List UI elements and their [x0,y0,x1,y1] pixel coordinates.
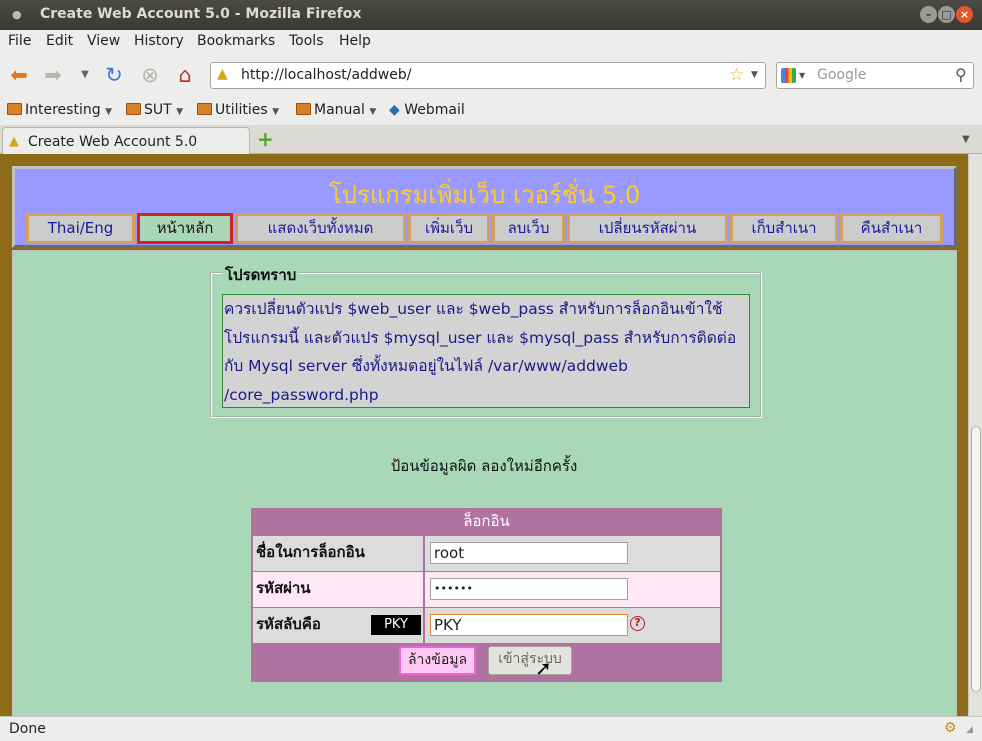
nav-delete-web[interactable]: ลบเว็บ [492,213,565,244]
page-title: โปรแกรมเพิ่มเว็บ เวอร์ชั่น 5.0 [328,181,641,209]
bookmark-folder-utilities[interactable]: Utilities ▼ [197,102,279,118]
tab-site-icon: ▲ [9,134,19,149]
tab-create-web-account[interactable]: ▲ Create Web Account 5.0 [2,127,250,155]
username-row: ชื่อในการล็อกอิน root [253,536,720,571]
tab-bar: ▲ Create Web Account 5.0 + ▼ [0,125,982,155]
site-icon: ▲ [217,66,228,82]
notice-line: โปรแกรมนี้ และตัวแปร $mysql_user และ $my… [224,328,737,347]
close-icon[interactable]: × [956,6,973,23]
folder-icon [7,103,22,115]
mouse-cursor-icon: ➚ [535,656,552,680]
menu-tools[interactable]: Tools [289,33,324,49]
bookmarks-toolbar: Interesting ▼ SUT ▼ Utilities ▼ Manual ▼… [0,96,982,124]
notice-line: กับ Mysql server ซึ่งทั้งหมดอยู่ในไฟล์ /… [224,357,628,375]
nav-home[interactable]: หน้าหลัก [137,213,233,244]
search-engine-dropdown-icon[interactable]: ▼ [799,71,805,80]
notice-line: /core_password.php [224,385,379,404]
page-header: โปรแกรมเพิ่มเว็บ เวอร์ชั่น 5.0 Thai/Eng … [12,166,957,248]
bookmark-folder-sut[interactable]: SUT ▼ [126,102,183,118]
clear-button[interactable]: ล้างข้อมูล [399,646,476,675]
reload-icon[interactable]: ↻ [101,63,127,87]
login-header: ล็อกอิน [463,512,510,530]
captcha-label: รหัสลับคือ [256,615,321,633]
login-form: ล็อกอิน ชื่อในการล็อกอิน root รหัสผ่าน •… [251,508,722,682]
submit-button[interactable]: เข้าสู่ระบบ [488,646,572,675]
vertical-scrollbar[interactable] [968,154,982,716]
captcha-row: รหัสลับคือ PKY PKY ? [253,608,720,643]
minimize-icon[interactable]: – [920,6,937,23]
password-input[interactable]: •••••• [430,578,628,600]
menu-history[interactable]: History [134,33,184,49]
new-tab-icon[interactable]: + [257,127,274,151]
resize-grip-icon[interactable]: ◢ [966,725,973,735]
menu-file[interactable]: File [8,33,31,49]
menu-bar: File Edit View History Bookmarks Tools H… [0,30,982,54]
notice-legend: โปรดทราบ [222,263,300,287]
history-dropdown-icon[interactable]: ▼ [72,63,98,87]
main-panel: โปรดทราบ ควรเปลี่ยนตัวแปร $web_user และ … [12,250,957,716]
error-message: ป้อนข้อมูลผิด ลองใหม่อีกครั้ง [390,457,578,475]
bookmark-star-icon[interactable]: ☆ [729,65,744,85]
folder-icon [126,103,141,115]
captcha-code-image: PKY [371,615,421,635]
back-arrow-icon[interactable]: ⬅ [6,63,32,87]
status-bar: Done ⚙ ◢ [0,716,982,741]
maximize-icon[interactable]: □ [938,6,955,23]
nav-change-password[interactable]: เปลี่ยนรหัสผ่าน [567,213,728,244]
notice-line: ควรเปลี่ยนตัวแปร $web_user และ $web_pass… [224,300,723,318]
page-viewport[interactable]: โปรแกรมเพิ่มเว็บ เวอร์ชั่น 5.0 Thai/Eng … [0,154,968,716]
bookmark-folder-manual[interactable]: Manual ▼ [296,102,376,118]
bookmark-folder-interesting[interactable]: Interesting ▼ [7,102,112,118]
nav-restore[interactable]: คืนสำเนา [840,213,943,244]
search-icon[interactable]: ⚲ [955,65,967,84]
navigation-toolbar: ⬅ ➡ ▼ ↻ ⊗ ⌂ ▲ http://localhost/addweb/ ☆… [0,55,982,95]
notice-text: ควรเปลี่ยนตัวแปร $web_user และ $web_pass… [222,294,750,408]
menu-view[interactable]: View [87,33,120,49]
forward-arrow-icon[interactable]: ➡ [40,63,66,87]
menu-bookmarks[interactable]: Bookmarks [197,33,275,49]
password-label: รหัสผ่าน [253,572,423,607]
nav-backup[interactable]: เก็บสำเนา [730,213,838,244]
password-row: รหัสผ่าน •••••• [253,572,720,607]
scrollbar-thumb[interactable] [971,426,981,692]
window-menu-icon[interactable]: ● [12,8,24,21]
username-label: ชื่อในการล็อกอิน [253,536,423,571]
address-text: http://localhost/addweb/ [241,67,412,83]
status-text: Done [9,721,46,737]
window-title: Create Web Account 5.0 - Mozilla Firefox [40,6,362,22]
stop-icon[interactable]: ⊗ [137,63,163,87]
help-icon[interactable]: ? [630,616,645,631]
address-bar[interactable]: ▲ http://localhost/addweb/ ☆ ▼ [210,62,766,89]
captcha-input[interactable]: PKY [430,614,628,636]
tab-list-icon[interactable]: ▼ [962,134,970,145]
url-dropdown-icon[interactable]: ▼ [751,70,758,80]
search-placeholder: Google [817,67,867,83]
menu-help[interactable]: Help [339,33,371,49]
search-box[interactable]: ▼ Google ⚲ [776,62,974,89]
tab-title: Create Web Account 5.0 [28,134,198,150]
username-input[interactable]: root [430,542,628,564]
notice-fieldset: โปรดทราบ ควรเปลี่ยนตัวแปร $web_user และ … [210,263,762,418]
nav-thai-eng[interactable]: Thai/Eng [26,213,135,244]
menu-edit[interactable]: Edit [46,33,73,49]
search-engine-icon[interactable] [781,68,796,83]
window-titlebar: ● Create Web Account 5.0 - Mozilla Firef… [0,0,982,30]
addon-icon[interactable]: ⚙ [944,720,957,736]
nav-add-web[interactable]: เพิ่มเว็บ [408,213,490,244]
webmail-icon: ◆ [389,102,400,118]
home-icon[interactable]: ⌂ [172,63,198,87]
nav-show-all-webs[interactable]: แสดงเว็บทั้งหมด [235,213,406,244]
bookmark-webmail[interactable]: ◆ Webmail [389,102,465,118]
folder-icon [296,103,311,115]
folder-icon [197,103,212,115]
